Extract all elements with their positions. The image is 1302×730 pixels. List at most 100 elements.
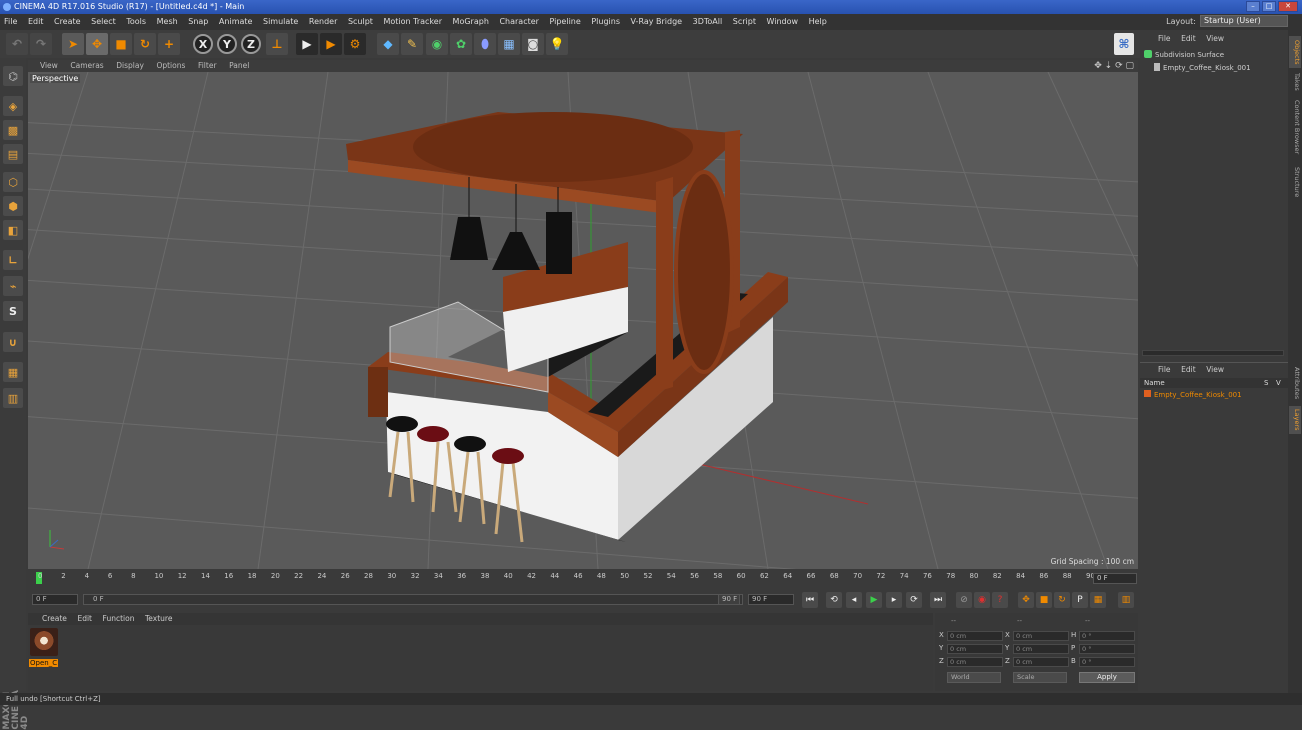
rot-b-field[interactable]: 0 °: [1079, 657, 1135, 667]
step-back-icon[interactable]: ◂: [846, 592, 862, 608]
menu-mograph[interactable]: MoGraph: [449, 14, 493, 30]
material-label[interactable]: Open_C: [29, 659, 59, 667]
size-z-field[interactable]: 0 cm: [1013, 657, 1069, 667]
tab-takes[interactable]: Takes: [1289, 70, 1301, 94]
menu-motion-tracker[interactable]: Motion Tracker: [379, 14, 446, 30]
maximize-button[interactable]: □: [1262, 1, 1276, 12]
key-rotation-icon[interactable]: ↻: [1054, 592, 1070, 608]
menu-animate[interactable]: Animate: [215, 14, 257, 30]
current-frame-field[interactable]: 0 F: [1093, 573, 1137, 584]
prev-key-icon[interactable]: ⟲: [826, 592, 842, 608]
autokey-icon[interactable]: ◉: [974, 592, 990, 608]
layer-menu-file[interactable]: File: [1140, 364, 1175, 376]
key-position-icon[interactable]: ✥: [1018, 592, 1034, 608]
mat-menu-create[interactable]: Create: [28, 613, 71, 625]
menu-tools[interactable]: Tools: [122, 14, 150, 30]
tab-attributes[interactable]: Attributes: [1289, 362, 1301, 404]
model-mode-icon[interactable]: ◈: [3, 96, 23, 116]
object-row-subdivision[interactable]: Subdivision Surface: [1144, 50, 1284, 61]
move-tool-icon[interactable]: ✥: [86, 33, 108, 55]
pos-x-field[interactable]: 0 cm: [947, 631, 1003, 641]
light-icon[interactable]: 💡: [546, 33, 568, 55]
tab-structure[interactable]: Structure: [1289, 162, 1301, 202]
menu-simulate[interactable]: Simulate: [259, 14, 302, 30]
menu-character[interactable]: Character: [495, 14, 543, 30]
camera-icon[interactable]: ◙: [522, 33, 544, 55]
key-scale-icon[interactable]: ■: [1036, 592, 1052, 608]
end-frame-field[interactable]: 90 F: [748, 594, 794, 605]
workplane-icon[interactable]: ▤: [3, 144, 23, 164]
tweak-mode-icon[interactable]: ⌁: [3, 276, 23, 296]
minimize-button[interactable]: –: [1246, 1, 1260, 12]
coordinate-system-icon[interactable]: ⊥: [266, 33, 288, 55]
spline-pen-icon[interactable]: ✎: [401, 33, 423, 55]
world-dropdown[interactable]: World: [947, 672, 1001, 683]
menu-plugins[interactable]: Plugins: [587, 14, 624, 30]
close-button[interactable]: ✕: [1278, 1, 1298, 12]
object-row-kiosk[interactable]: Empty_Coffee_Kiosk_001: [1144, 63, 1284, 74]
edges-mode-icon[interactable]: ⬢: [3, 196, 23, 216]
menu-create[interactable]: Create: [50, 14, 85, 30]
subdivision-generator-icon[interactable]: ◉: [426, 33, 448, 55]
undo-icon[interactable]: ↶: [6, 33, 28, 55]
scale-dropdown[interactable]: Scale: [1013, 672, 1067, 683]
mat-menu-function[interactable]: Function: [99, 613, 139, 625]
goto-end-icon[interactable]: ⏭: [930, 592, 946, 608]
pos-z-field[interactable]: 0 cm: [947, 657, 1003, 667]
render-settings-icon[interactable]: ⚙: [344, 33, 366, 55]
mat-menu-edit[interactable]: Edit: [73, 613, 96, 625]
obj-menu-file[interactable]: File: [1140, 33, 1175, 45]
obj-menu-edit[interactable]: Edit: [1177, 33, 1200, 45]
key-pla-icon[interactable]: ▦: [1090, 592, 1106, 608]
timeline-window-icon[interactable]: ▥: [1118, 592, 1134, 608]
size-y-field[interactable]: 0 cm: [1013, 644, 1069, 654]
menu-help[interactable]: Help: [805, 14, 831, 30]
start-frame-field[interactable]: 0 F: [32, 594, 78, 605]
magnet-icon[interactable]: ∪: [3, 332, 23, 352]
x-axis-lock-icon[interactable]: X: [193, 34, 213, 54]
render-picture-viewer-icon[interactable]: ▶: [320, 33, 342, 55]
menu-script[interactable]: Script: [729, 14, 760, 30]
points-mode-icon[interactable]: ⬡: [3, 172, 23, 192]
scale-tool-icon[interactable]: ■: [110, 33, 132, 55]
menu-sculpt[interactable]: Sculpt: [344, 14, 377, 30]
pos-y-field[interactable]: 0 cm: [947, 644, 1003, 654]
layer-row[interactable]: Empty_Coffee_Kiosk_001: [1144, 390, 1242, 400]
viewport-nav-icons[interactable]: ✥ ⇣ ⟳ ▢: [1094, 60, 1134, 72]
tab-layers[interactable]: Layers: [1289, 406, 1301, 434]
solo-icon[interactable]: ▦: [3, 362, 23, 382]
3d-viewport[interactable]: Perspective Grid Spacing : 100 cm: [28, 72, 1138, 569]
layer-menu-edit[interactable]: Edit: [1177, 364, 1200, 376]
y-axis-lock-icon[interactable]: Y: [217, 34, 237, 54]
obj-menu-view[interactable]: View: [1202, 33, 1228, 45]
layout-dropdown[interactable]: Startup (User): [1200, 15, 1288, 27]
viewport-camera-label[interactable]: Perspective: [30, 74, 81, 83]
menu-file[interactable]: File: [0, 14, 21, 30]
rot-h-field[interactable]: 0 °: [1079, 631, 1135, 641]
select-cursor-icon[interactable]: ➤: [62, 33, 84, 55]
z-axis-lock-icon[interactable]: Z: [241, 34, 261, 54]
material-thumbnail[interactable]: [30, 628, 58, 656]
viewport-menu-cameras[interactable]: Cameras: [65, 60, 108, 72]
viewport-menu-filter[interactable]: Filter: [193, 60, 222, 72]
floor-scene-icon[interactable]: ▦: [498, 33, 520, 55]
rot-p-field[interactable]: 0 °: [1079, 644, 1135, 654]
rotate-tool-icon[interactable]: ↻: [134, 33, 156, 55]
play-icon[interactable]: ▶: [866, 592, 882, 608]
step-forward-icon[interactable]: ▸: [886, 592, 902, 608]
menu-mesh[interactable]: Mesh: [153, 14, 182, 30]
make-editable-icon[interactable]: ⌬: [3, 66, 23, 86]
next-key-icon[interactable]: ⟳: [906, 592, 922, 608]
redo-icon[interactable]: ↷: [30, 33, 52, 55]
render-view-icon[interactable]: ▶: [296, 33, 318, 55]
menu-pipeline[interactable]: Pipeline: [545, 14, 584, 30]
frame-range-slider[interactable]: 0 F: [83, 594, 743, 605]
deformer-icon[interactable]: ⬮: [474, 33, 496, 55]
apply-button[interactable]: Apply: [1079, 672, 1135, 683]
viewport-menu-options[interactable]: Options: [151, 60, 190, 72]
polygons-mode-icon[interactable]: ◧: [3, 220, 23, 240]
snap-icon[interactable]: S: [3, 301, 23, 321]
record-icon[interactable]: ⊘: [956, 592, 972, 608]
array-generator-icon[interactable]: ✿: [450, 33, 472, 55]
menu-window[interactable]: Window: [763, 14, 803, 30]
